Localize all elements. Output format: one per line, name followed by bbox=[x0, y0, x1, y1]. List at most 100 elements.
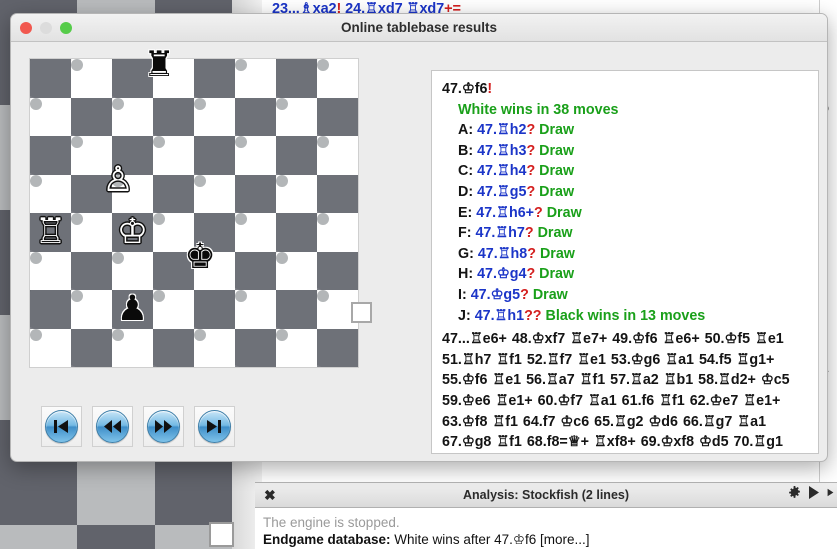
board-square-f6[interactable] bbox=[112, 251, 124, 264]
board-square-h1[interactable] bbox=[30, 59, 71, 98]
alternative-move-row[interactable]: H: 47.♔g4? Draw bbox=[442, 264, 808, 285]
board-square-g7[interactable] bbox=[71, 290, 83, 302]
alternative-move-row[interactable]: J: 47.♖h1?? Black wins in 13 moves bbox=[442, 306, 808, 327]
board-square-f8[interactable] bbox=[112, 328, 124, 341]
board-square-h6[interactable] bbox=[30, 251, 42, 264]
board-square-c4[interactable] bbox=[235, 174, 276, 213]
board-square-g3[interactable] bbox=[71, 136, 83, 148]
board-square-a6[interactable] bbox=[317, 251, 358, 290]
close-icon[interactable]: ✖ bbox=[264, 487, 276, 503]
minimize-window-button[interactable] bbox=[40, 22, 52, 34]
board-square-a7[interactable] bbox=[317, 290, 329, 302]
chessboard[interactable]: ♜ ♙ ♖ ♔ ♚ ♟ bbox=[29, 47, 359, 368]
board-square-h4[interactable] bbox=[30, 174, 42, 187]
board-square-h8[interactable] bbox=[30, 328, 42, 341]
piece-black-pawn-f7[interactable]: ♟ bbox=[112, 290, 153, 329]
dialog-titlebar[interactable]: Online tablebase results bbox=[11, 14, 827, 42]
piece-white-king-f5[interactable]: ♔ bbox=[112, 213, 153, 252]
board-square-b4[interactable] bbox=[276, 174, 288, 187]
board-square-d2[interactable] bbox=[194, 97, 206, 110]
principal-variation: 47...♖e6+ 48.♔xf7 ♖e7+ 49.♔f6 ♖e6+ 50.♔f… bbox=[442, 331, 790, 451]
endgame-database-text[interactable]: White wins after 47.♔f6 [more...] bbox=[391, 532, 589, 547]
alternative-mark: ? bbox=[526, 142, 540, 159]
board-square-c7[interactable] bbox=[235, 290, 247, 302]
board-square-e4[interactable] bbox=[153, 174, 194, 213]
board-square-g1[interactable] bbox=[71, 59, 83, 71]
board-square-b2[interactable] bbox=[276, 97, 288, 110]
board-square-d3[interactable] bbox=[194, 136, 235, 175]
board-square-h3[interactable] bbox=[30, 136, 71, 175]
board-square-b1[interactable] bbox=[276, 59, 317, 98]
nav-previous-button[interactable] bbox=[92, 406, 133, 447]
background-turn-indicator bbox=[209, 522, 234, 547]
nav-next-button[interactable] bbox=[143, 406, 184, 447]
board-square-b6[interactable] bbox=[276, 251, 288, 264]
board-square-b7[interactable] bbox=[276, 290, 317, 329]
board-square-d7[interactable] bbox=[194, 290, 235, 329]
board-square-e2[interactable] bbox=[153, 97, 194, 136]
piece-black-king-d6[interactable]: ♚ bbox=[184, 240, 215, 275]
board-square-f2[interactable] bbox=[112, 97, 124, 110]
board-square-f7[interactable]: ♟ bbox=[112, 290, 153, 329]
gear-icon[interactable] bbox=[788, 486, 801, 499]
board-square-a2[interactable] bbox=[317, 97, 358, 136]
alternative-move-row[interactable]: E: 47.♖h6+? Draw bbox=[442, 203, 808, 224]
board-square-c5[interactable] bbox=[235, 213, 247, 225]
piece-black-rook-e1[interactable]: ♜ bbox=[143, 47, 174, 82]
board-square-d1[interactable] bbox=[194, 59, 235, 98]
alternative-move-row[interactable]: G: 47.♖h8? Draw bbox=[442, 244, 808, 265]
board-square-f4[interactable]: ♙ bbox=[102, 163, 133, 198]
board-square-a1[interactable] bbox=[317, 59, 329, 71]
endgame-database-line: Endgame database: White wins after 47.♔f… bbox=[263, 531, 829, 549]
square-texture bbox=[30, 174, 42, 187]
board-square-c8[interactable] bbox=[235, 328, 276, 367]
zoom-window-button[interactable] bbox=[60, 22, 72, 34]
board-square-e5[interactable] bbox=[153, 213, 165, 225]
play-icon[interactable] bbox=[808, 486, 820, 499]
board-square-f5[interactable]: ♔ bbox=[112, 213, 153, 252]
board-square-c2[interactable] bbox=[235, 97, 276, 136]
board-square-c6[interactable] bbox=[235, 251, 276, 290]
board-square-e7[interactable] bbox=[153, 290, 165, 302]
alternative-letter: F: bbox=[458, 225, 476, 242]
alternative-move-row[interactable]: B: 47.♖h3? Draw bbox=[442, 141, 808, 162]
board-square-c3[interactable] bbox=[235, 136, 247, 148]
board-square-g5[interactable] bbox=[71, 213, 83, 225]
board-square-d8[interactable] bbox=[194, 328, 206, 341]
board-square-g2[interactable] bbox=[71, 97, 112, 136]
board-square-d4[interactable] bbox=[194, 174, 206, 187]
alternative-move-row[interactable]: A: 47.♖h2? Draw bbox=[442, 120, 808, 141]
next-icon[interactable] bbox=[827, 486, 834, 499]
board-square-b8[interactable] bbox=[276, 328, 288, 341]
board-square-g8[interactable] bbox=[71, 328, 112, 367]
piece-white-rook-h5[interactable]: ♖ bbox=[30, 213, 71, 252]
alternative-move-row[interactable]: F: 47.♖h7? Draw bbox=[442, 223, 808, 244]
board-square-h5[interactable]: ♖ bbox=[30, 213, 71, 252]
board-square-a4[interactable] bbox=[317, 174, 358, 213]
results-panel[interactable]: 47.♔f6! White wins in 38 moves A: 47.♖h2… bbox=[431, 70, 819, 454]
alternative-move-row[interactable]: D: 47.♖g5? Draw bbox=[442, 182, 808, 203]
board-square-c1[interactable] bbox=[235, 59, 247, 71]
board-square-a8[interactable] bbox=[317, 328, 358, 367]
board-square-h7[interactable] bbox=[30, 290, 71, 329]
board-square-e8[interactable] bbox=[153, 328, 194, 367]
board-square-d6[interactable]: ♚ bbox=[184, 240, 215, 275]
board-square-a5[interactable] bbox=[317, 213, 329, 225]
piece-white-pawn-f4[interactable]: ♙ bbox=[102, 163, 133, 198]
board-square-a3[interactable] bbox=[317, 136, 329, 148]
alternative-move-row[interactable]: C: 47.♖h4? Draw bbox=[442, 161, 808, 182]
nav-last-button[interactable] bbox=[194, 406, 235, 447]
board-square-g6[interactable] bbox=[71, 251, 112, 290]
square-texture bbox=[194, 97, 206, 110]
close-window-button[interactable] bbox=[20, 22, 32, 34]
alternative-move-row[interactable]: I: 47.♔g5? Draw bbox=[442, 285, 808, 306]
board-square-e1[interactable]: ♜ bbox=[143, 47, 174, 82]
board-square-e3[interactable] bbox=[153, 136, 165, 148]
alternative-result: Black wins in 13 moves bbox=[545, 307, 706, 324]
board-square-h2[interactable] bbox=[30, 97, 42, 110]
alternative-result: Draw bbox=[532, 286, 568, 303]
board-square-b3[interactable] bbox=[276, 136, 317, 175]
alternative-mark: ? bbox=[527, 245, 540, 262]
nav-first-button[interactable] bbox=[41, 406, 82, 447]
board-square-b5[interactable] bbox=[276, 213, 317, 252]
